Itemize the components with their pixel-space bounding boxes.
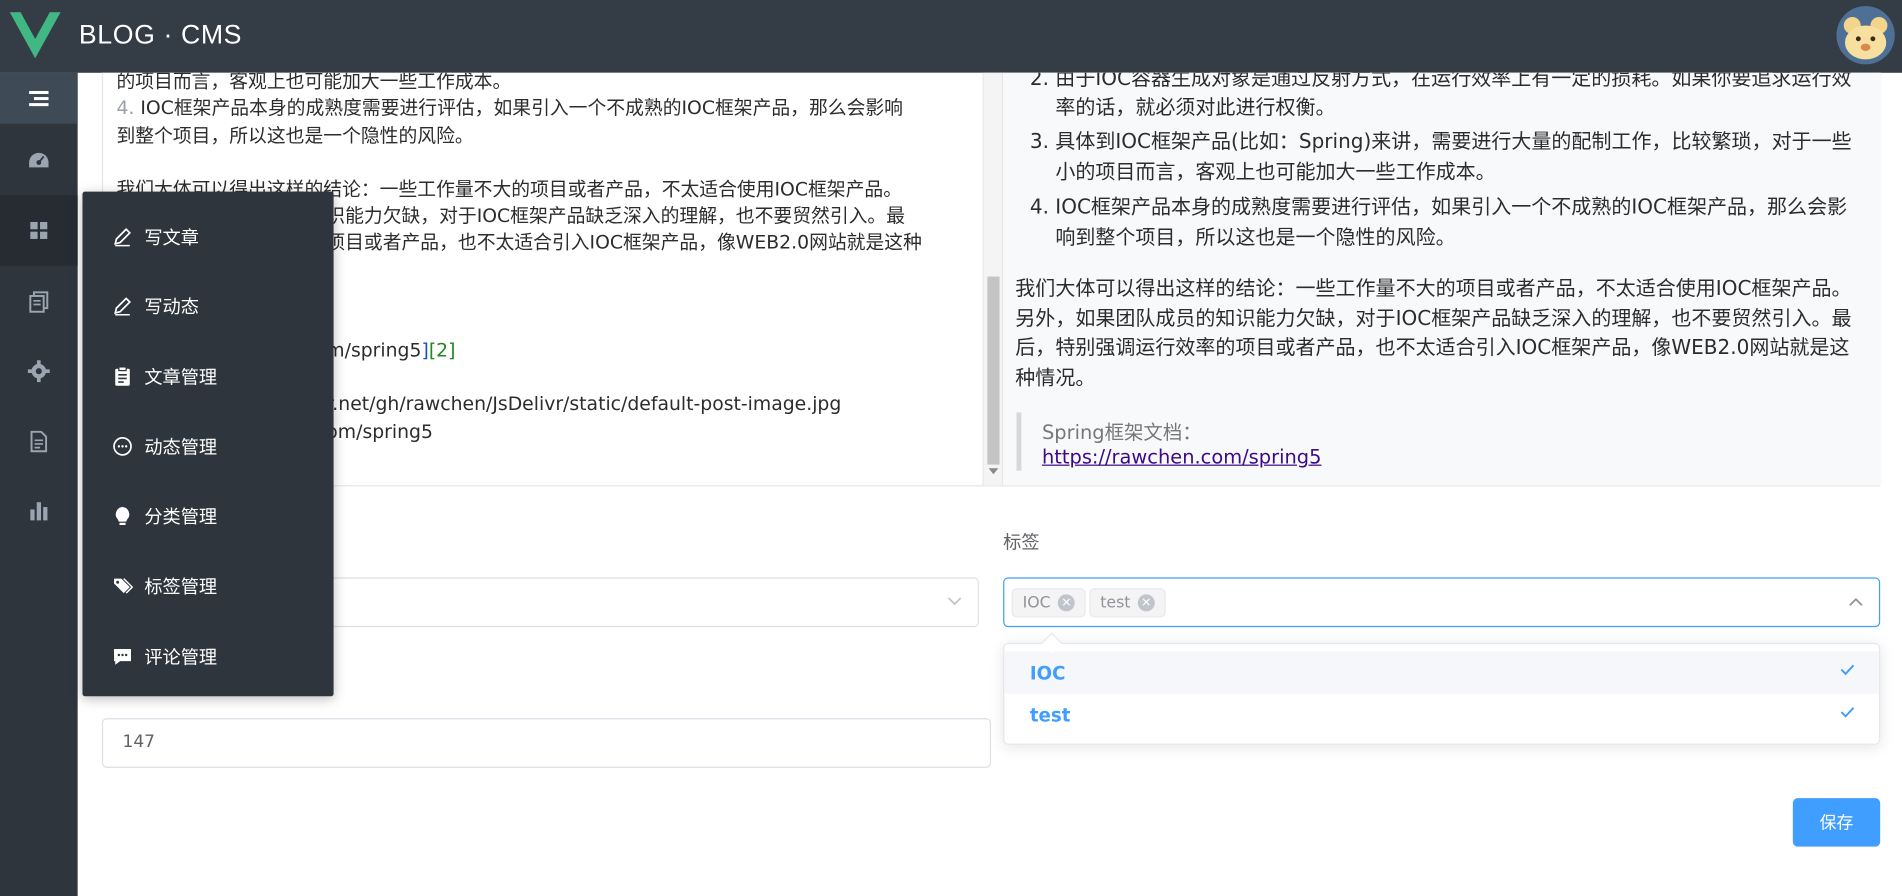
chevron-up-icon (1849, 597, 1863, 606)
menu-item-label: 评论管理 (144, 645, 218, 668)
blockquote-bar (1016, 412, 1022, 471)
preview-text: 响到整个项目，所以这也是一个隐性的风险。 (1055, 225, 1456, 249)
pencil-icon (112, 295, 134, 317)
dropdown-option[interactable]: test (1004, 694, 1879, 736)
apps-icon (30, 221, 48, 239)
editor-line: om/spring5 (326, 420, 433, 443)
sidebar-item-settings[interactable] (0, 346, 78, 397)
menu-item-write-article[interactable]: 写文章 (82, 206, 333, 267)
document-icon (30, 430, 48, 453)
copy-icon (29, 291, 49, 313)
tags-icon (112, 575, 134, 597)
sidebar-item-document[interactable] (0, 416, 78, 467)
option-label: IOC (1029, 661, 1066, 684)
list-number: 4. (116, 97, 135, 119)
editor-preview-pane: 2. 由于IOC容器生成对象是通过反射方式，在运行效率上有一定的损耗。如果你要追… (1003, 72, 1882, 486)
menu-item-write-moment[interactable]: 写动态 (82, 275, 333, 336)
editor-line: m/spring5][2] (326, 337, 455, 364)
preview-text: 2. 由于IOC容器生成对象是通过反射方式，在运行效率上有一定的损耗。如果你要追… (1029, 72, 1852, 90)
menu-item-comment-management[interactable]: 评论管理 (82, 626, 333, 687)
bar-chart-icon (30, 502, 48, 521)
bracket-text: ] (421, 339, 429, 362)
top-header: BLOG · CMS (0, 0, 1902, 73)
menu-item-label: 写动态 (144, 295, 199, 318)
menu-toggle-icon (29, 90, 49, 107)
preview-text: 种情况。 (1015, 366, 1096, 390)
sidebar-item-statistics[interactable] (0, 485, 78, 536)
sidebar-flyout-menu: 写文章 写动态 文章管理 动态管理 分类管理 标签管理 评论管理 (82, 191, 334, 697)
vue-logo-icon[interactable] (9, 12, 61, 59)
editor-line: r.net/gh/rawchen/JsDelivr/static/default… (326, 393, 842, 415)
menu-item-category-management[interactable]: 分类管理 (82, 485, 333, 546)
close-icon[interactable]: ✕ (1137, 594, 1155, 612)
editor-line: 项目或者产品，也不太适合引入IOC框架产品，像WEB2.0网站就是这种 (326, 231, 922, 254)
menu-item-label: 分类管理 (144, 505, 218, 528)
preview-text: 我们大体可以得出这样的结论：一些工作量不大的项目或者产品，不太适合使用IOC框架… (1015, 276, 1852, 300)
preview-text: 小的项目而言，客观上也可能加大一些工作成本。 (1055, 160, 1496, 184)
markdown-editor: 的项目而言，客观上也可能加大一些工作成本。 4. IOC框架产品本身的成熟度需要… (101, 72, 1882, 487)
menu-item-moment-management[interactable]: 动态管理 (82, 416, 333, 477)
editor-line: 4. IOC框架产品本身的成熟度需要进行评估，如果引入一个不成熟的IOC框架产品… (116, 95, 903, 122)
editor-line: 的项目而言，客观上也可能加大一些工作成本。 (116, 72, 512, 93)
editor-scrollbar[interactable] (983, 72, 1004, 486)
clipboard-icon (112, 365, 134, 387)
preview-text: 3. 具体到IOC框架产品(比如：Spring)来讲，需要进行大量的配制工作，比… (1029, 129, 1852, 153)
menu-item-tag-management[interactable]: 标签管理 (82, 556, 333, 617)
editor-line-text: IOC框架产品本身的成熟度需要进行评估，如果引入一个不成熟的IOC框架产品，那么… (134, 97, 903, 119)
tag-label: IOC (1022, 593, 1051, 612)
menu-item-label: 文章管理 (144, 365, 218, 388)
menu-item-label: 动态管理 (144, 436, 218, 458)
scrollbar-thumb[interactable] (987, 276, 1000, 465)
app-root: BLOG · CMS 的项目而言，客观上也可能加大一些工作成本。 4. IOC框… (0, 0, 1902, 896)
selected-tag: test ✕ (1089, 588, 1166, 618)
app-brand-title: BLOG · CMS (78, 19, 243, 50)
check-icon (1840, 664, 1855, 676)
comment-icon (112, 645, 134, 667)
reference-text: [2] (428, 339, 456, 362)
user-avatar[interactable] (1836, 6, 1895, 65)
bulb-icon (112, 505, 134, 527)
dashboard-icon (29, 152, 49, 168)
pencil-icon (112, 226, 134, 248)
tags-label: 标签 (1003, 531, 1040, 554)
option-label: test (1029, 704, 1071, 726)
sidebar-item-apps[interactable] (0, 195, 78, 266)
check-icon (1840, 707, 1855, 718)
preview-text: 后，特别强调运行效率的项目或者产品，也不太适合引入IOC框架产品，像WEB2.0… (1015, 336, 1850, 360)
sidebar-toggle-button[interactable] (0, 72, 78, 124)
left-sidebar (0, 72, 78, 896)
tags-select[interactable]: IOC ✕ test ✕ (1003, 577, 1881, 628)
spring-docs-link[interactable]: https://rawchen.com/spring5 (1042, 445, 1321, 468)
editor-line: 到整个项目，所以这也是一个隐性的风险。 (116, 124, 474, 147)
dropdown-option[interactable]: IOC (1004, 651, 1879, 694)
menu-item-label: 写文章 (144, 226, 199, 249)
number-input[interactable]: 147 (101, 718, 992, 768)
sidebar-item-copy[interactable] (0, 277, 78, 328)
editor-line-text: m/spring5 (326, 339, 422, 362)
scroll-down-icon[interactable] (988, 468, 999, 475)
preview-text: 4. IOC框架产品本身的成熟度需要进行评估，如果引入一个不成熟的IOC框架产品… (1029, 195, 1848, 219)
selected-tag: IOC ✕ (1011, 588, 1086, 618)
tag-label: test (1100, 593, 1131, 612)
sidebar-item-dashboard[interactable] (0, 136, 78, 187)
editor-line: 识能力欠缺，对于IOC框架产品缺乏深入的理解，也不要贸然引入。最 (326, 204, 906, 227)
menu-item-article-management[interactable]: 文章管理 (82, 346, 333, 407)
save-button[interactable]: 保存 (1792, 798, 1881, 847)
settings-icon (27, 360, 50, 383)
preview-text: 率的话，就必须对此进行权衡。 (1055, 95, 1336, 119)
blockquote-title: Spring框架文档： (1041, 420, 1202, 444)
preview-text: 另外，如果团队成员的知识能力欠缺，对于IOC框架产品缺乏深入的理解，也不要贸然引… (1015, 306, 1852, 330)
chevron-down-icon (947, 597, 962, 606)
tags-dropdown: IOC test (1003, 642, 1881, 745)
chat-bubble-icon (112, 435, 134, 457)
menu-item-label: 标签管理 (144, 575, 218, 598)
close-icon[interactable]: ✕ (1057, 594, 1075, 612)
